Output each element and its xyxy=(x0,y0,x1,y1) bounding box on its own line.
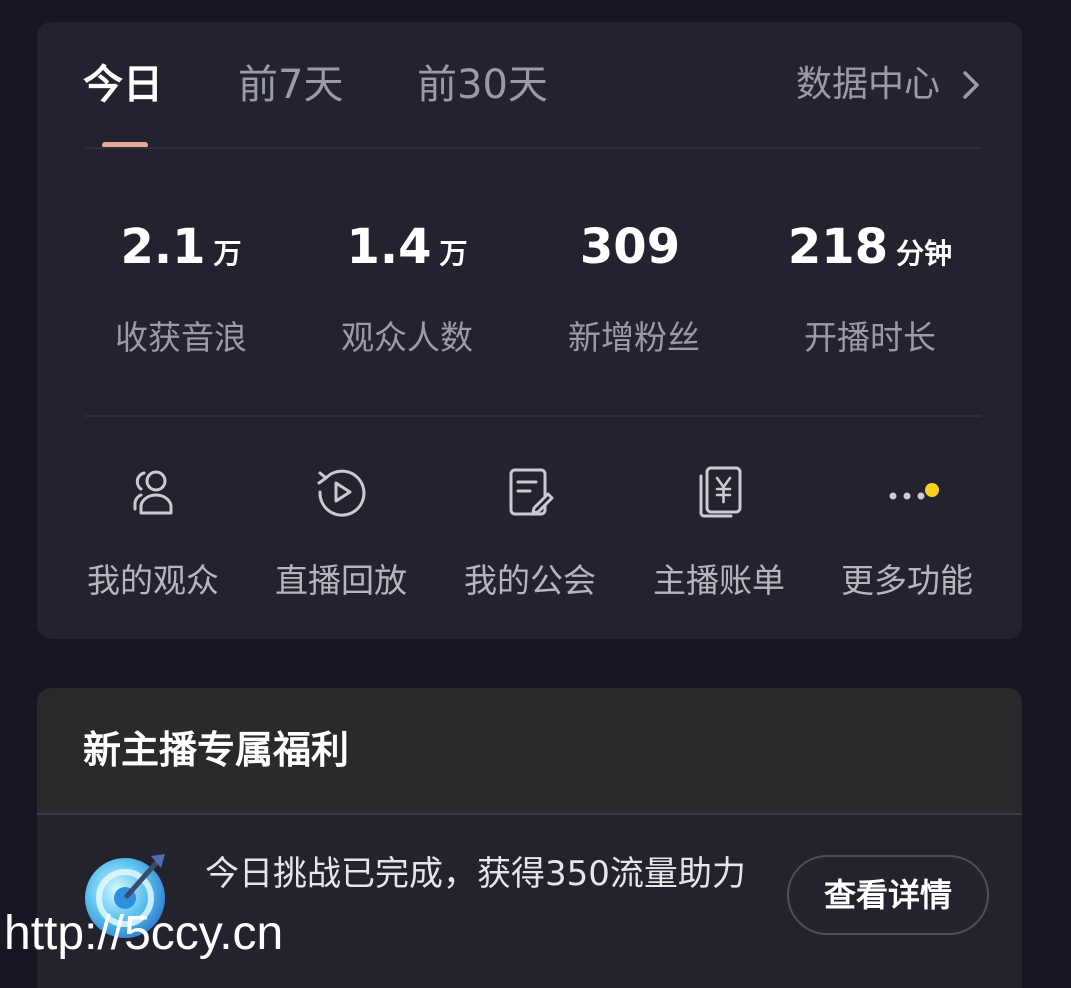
data-center-label: 数据中心 xyxy=(795,64,940,105)
function-label: 主播账单 xyxy=(653,561,785,600)
stat-number: 2.1 xyxy=(120,219,206,275)
data-center-link[interactable]: 数据中心 xyxy=(796,62,980,108)
chevron-right-icon xyxy=(963,71,979,99)
welfare-header: 新主播专属福利 xyxy=(37,688,1022,813)
replay-icon xyxy=(317,469,366,517)
stat-value: 218 分钟 xyxy=(750,218,990,283)
stat-value: 1.4 万 xyxy=(287,218,527,283)
stat-value: 309 xyxy=(514,218,754,283)
function-label: 我的观众 xyxy=(87,561,219,600)
live-replay-button[interactable]: 直播回放 xyxy=(256,462,426,602)
stat-value: 2.1 万 xyxy=(61,218,301,283)
stat-label: 开播时长 xyxy=(804,318,936,357)
my-guild-button[interactable]: 我的公会 xyxy=(445,462,615,602)
guild-icon xyxy=(509,468,554,516)
stat-label: 观众人数 xyxy=(341,318,473,357)
stat-unit: 万 xyxy=(439,237,468,270)
function-label: 直播回放 xyxy=(275,561,407,600)
stat-number: 1.4 xyxy=(346,219,432,275)
live-stats-card: 今日 前7天 前30天 数据中心 2.1 万 收获音浪 1.4 万 观众人数 309… xyxy=(37,22,1022,639)
streamer-bill-button[interactable]: 主播账单 xyxy=(634,462,804,602)
stat-live-duration[interactable]: 218 分钟 开播时长 xyxy=(750,218,990,359)
function-label: 我的公会 xyxy=(464,561,596,600)
tab-last-30-days[interactable]: 前30天 xyxy=(417,60,548,110)
stat-viewers[interactable]: 1.4 万 观众人数 xyxy=(287,218,527,359)
audience-icon xyxy=(133,470,173,515)
stat-unit: 分钟 xyxy=(896,237,953,270)
function-label: 更多功能 xyxy=(841,561,973,600)
tab-today[interactable]: 今日 xyxy=(83,60,163,110)
my-audience-button[interactable]: 我的观众 xyxy=(68,462,238,602)
bill-icon xyxy=(699,466,742,518)
stat-unit: 万 xyxy=(213,237,242,270)
stat-label: 新增粉丝 xyxy=(568,318,700,357)
notification-dot xyxy=(925,483,939,497)
tab-last-7-days[interactable]: 前7天 xyxy=(238,60,343,110)
stat-new-fans[interactable]: 309 新增粉丝 xyxy=(514,218,754,359)
challenge-status-text: 今日挑战已完成，获得350流量助力 xyxy=(205,854,746,894)
more-functions-button[interactable]: 更多功能 xyxy=(822,462,992,602)
welfare-divider xyxy=(37,813,1022,815)
view-details-button[interactable]: 查看详情 xyxy=(787,855,989,935)
stat-label: 收获音浪 xyxy=(115,318,247,357)
welfare-title: 新主播专属福利 xyxy=(83,728,350,772)
period-tabs: 今日 前7天 前30天 数据中心 xyxy=(37,22,1022,148)
stats-divider xyxy=(85,415,981,417)
stat-number: 218 xyxy=(787,219,889,275)
stat-number: 309 xyxy=(579,219,681,275)
tabs-divider xyxy=(85,147,981,149)
stat-income[interactable]: 2.1 万 收获音浪 xyxy=(61,218,301,359)
watermark-url: http://5ccy.cn xyxy=(4,907,284,960)
